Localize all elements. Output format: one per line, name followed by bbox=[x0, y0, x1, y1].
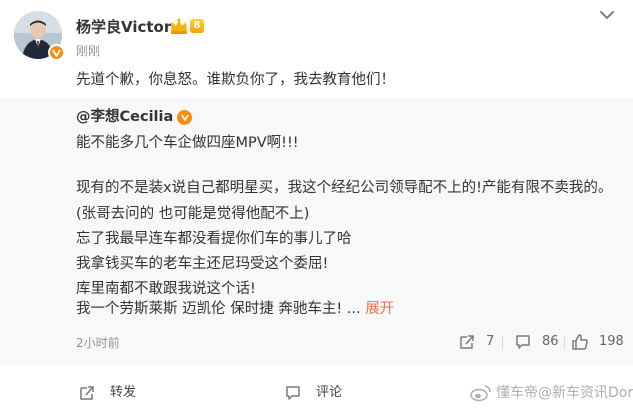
original-time: 2小时前 bbox=[76, 336, 120, 350]
member-rank: 8 bbox=[190, 19, 204, 33]
author-avatar[interactable] bbox=[14, 11, 65, 61]
repost-button[interactable]: 转发 bbox=[78, 383, 136, 403]
original-text-last-line: 我一个劳斯莱斯 迈凯伦 保时捷 奔驰车主! ... 展开 bbox=[76, 299, 394, 319]
watermark-text: 懂车帝@新车资讯Dora bbox=[496, 385, 633, 401]
divider bbox=[502, 336, 503, 350]
original-text-line: 能不能多几个车企做四座MPV啊!!! bbox=[76, 135, 299, 151]
comment-icon bbox=[286, 386, 300, 400]
comment-icon bbox=[516, 335, 530, 349]
original-text-line: 忘了我最早连车都没看提你们车的事儿了哈 bbox=[76, 231, 352, 247]
thumbs-up-icon bbox=[572, 334, 588, 350]
verified-badge-icon bbox=[48, 44, 65, 61]
original-text-line: 我拿钱买车的老车主还尼玛受这个委屈! bbox=[76, 256, 329, 272]
chevron-down-icon[interactable] bbox=[597, 8, 617, 22]
like-count: 198 bbox=[599, 334, 624, 349]
original-author: @李想Cecilia bbox=[76, 107, 193, 127]
repost-count-button[interactable]: 7 bbox=[458, 333, 494, 351]
member-badge[interactable]: 8 bbox=[169, 17, 207, 35]
comment-count-button[interactable]: 86 bbox=[514, 333, 559, 351]
repost-icon bbox=[460, 335, 474, 349]
repost-label: 转发 bbox=[110, 385, 137, 400]
post-text: 先道个歉，你息怒。谁欺负你了，我去教育他们！ bbox=[76, 72, 395, 88]
divider bbox=[564, 336, 565, 350]
comment-label: 评论 bbox=[316, 385, 343, 400]
like-count-button[interactable]: 198 bbox=[571, 333, 624, 351]
expand-link[interactable]: 展开 bbox=[365, 301, 394, 317]
post-header: 杨学良Victor 8 刚刚 bbox=[0, 0, 633, 68]
verified-badge-icon bbox=[177, 109, 193, 125]
original-text-line: 我一个劳斯莱斯 迈凯伦 保时捷 奔驰车主! ... bbox=[76, 301, 361, 317]
repost-icon bbox=[80, 386, 94, 400]
comment-button[interactable]: 评论 bbox=[284, 383, 342, 403]
original-text-line: (张哥去问的 也可能是觉得他配不上) bbox=[76, 206, 310, 222]
weibo-logo-icon bbox=[470, 385, 491, 402]
original-text-line: 现有的不是装x说自己都明星买，我这个经纪公司领导配不上的!产能有限不卖我的。 bbox=[76, 180, 613, 196]
watermark: 懂车帝@新车资讯Dora bbox=[470, 384, 633, 402]
post-time: 刚刚 bbox=[76, 44, 101, 58]
author-name[interactable]: 杨学良Victor bbox=[76, 17, 171, 37]
original-author-name[interactable]: @李想Cecilia bbox=[76, 107, 173, 127]
repost-count: 7 bbox=[486, 334, 495, 349]
original-text-line: 库里南都不敢跟我说这个话! bbox=[76, 281, 256, 297]
comment-count: 86 bbox=[542, 334, 559, 349]
crown-icon bbox=[171, 18, 187, 34]
